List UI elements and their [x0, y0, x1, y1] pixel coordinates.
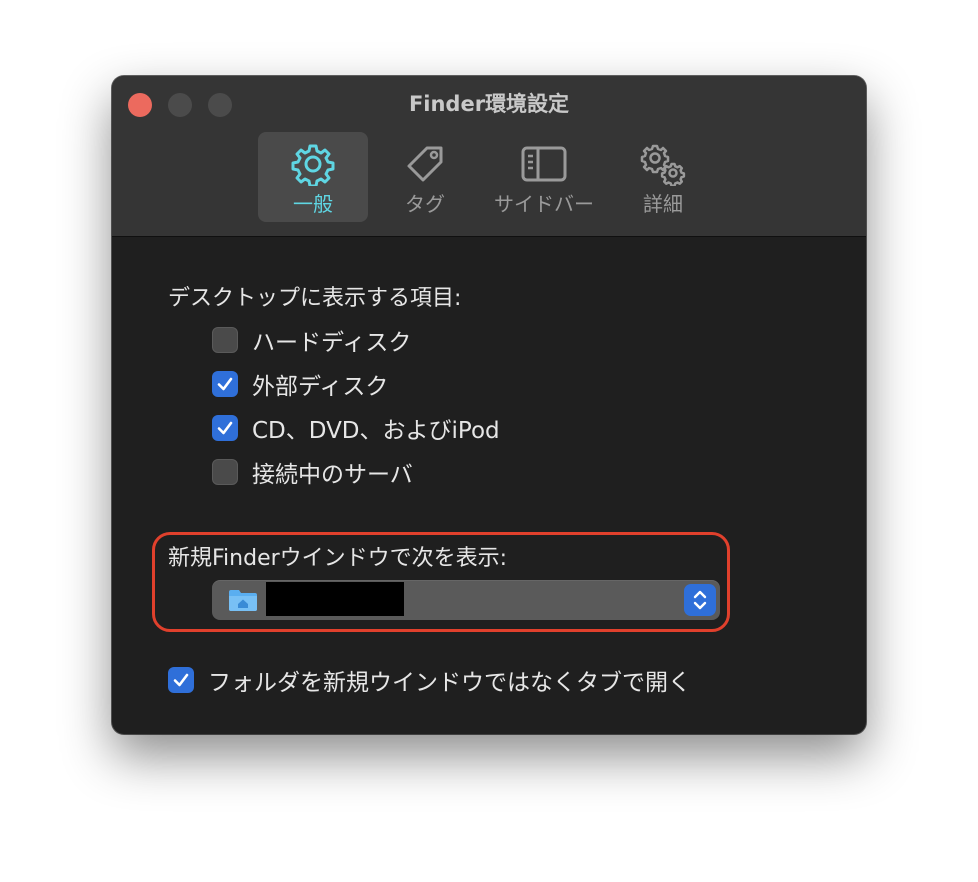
external-disk-option[interactable]: 外部ディスク [212, 369, 389, 400]
cd-dvd-ipod-checkbox[interactable] [212, 415, 238, 441]
tab-sidebar[interactable]: サイドバー [482, 132, 606, 222]
hard-disk-label: ハードディスク [252, 330, 412, 356]
open-in-tabs-checkbox[interactable] [168, 667, 194, 693]
external-disk-label: 外部ディスク [252, 374, 389, 400]
checkmark-icon [173, 673, 189, 687]
desktop-items-heading: デスクトップに表示する項目: [168, 286, 462, 311]
hard-disk-option[interactable]: ハードディスク [212, 325, 412, 356]
finder-preferences-window: Finder環境設定 一般 タグ サイドバー 詳細 デスクトップに表示する項目:… [112, 76, 866, 734]
new-window-location-popup[interactable] [212, 580, 720, 620]
tab-general-label: 一般 [293, 192, 333, 216]
connected-servers-option[interactable]: 接続中のサーバ [212, 457, 413, 488]
popup-stepper-button[interactable] [684, 584, 716, 616]
tab-advanced-label: 詳細 [643, 192, 683, 216]
connected-servers-checkbox[interactable] [212, 459, 238, 485]
external-disk-checkbox[interactable] [212, 371, 238, 397]
connected-servers-label: 接続中のサーバ [252, 462, 413, 488]
tag-icon [407, 146, 443, 182]
tab-sidebar-label: サイドバー [494, 192, 594, 216]
chevron-up-down-icon [693, 590, 707, 610]
open-in-tabs-option[interactable]: フォルダを新規ウインドウではなくタブで開く [168, 665, 691, 696]
new-window-heading: 新規Finderウインドウで次を表示: [168, 546, 508, 571]
tab-advanced[interactable]: 詳細 [608, 132, 718, 222]
checkmark-icon [217, 377, 233, 391]
open-in-tabs-label: フォルダを新規ウインドウではなくタブで開く [208, 670, 691, 696]
checkmark-icon [217, 421, 233, 435]
hard-disk-checkbox[interactable] [212, 327, 238, 353]
tab-tags-label: タグ [405, 192, 445, 216]
titlebar: Finder環境設定 一般 タグ サイドバー 詳細 [112, 76, 866, 237]
window-title: Finder環境設定 [408, 92, 570, 116]
home-folder-icon [229, 590, 257, 611]
sidebar-icon [521, 146, 567, 182]
gears-icon [640, 144, 686, 186]
redacted-folder-name [266, 582, 404, 616]
gear-icon [291, 144, 335, 186]
cd-dvd-ipod-label: CD、DVD、およびiPod [252, 418, 500, 444]
tab-general[interactable]: 一般 [258, 132, 368, 222]
cd-dvd-ipod-option[interactable]: CD、DVD、およびiPod [212, 413, 500, 444]
tab-tags[interactable]: タグ [370, 132, 480, 222]
